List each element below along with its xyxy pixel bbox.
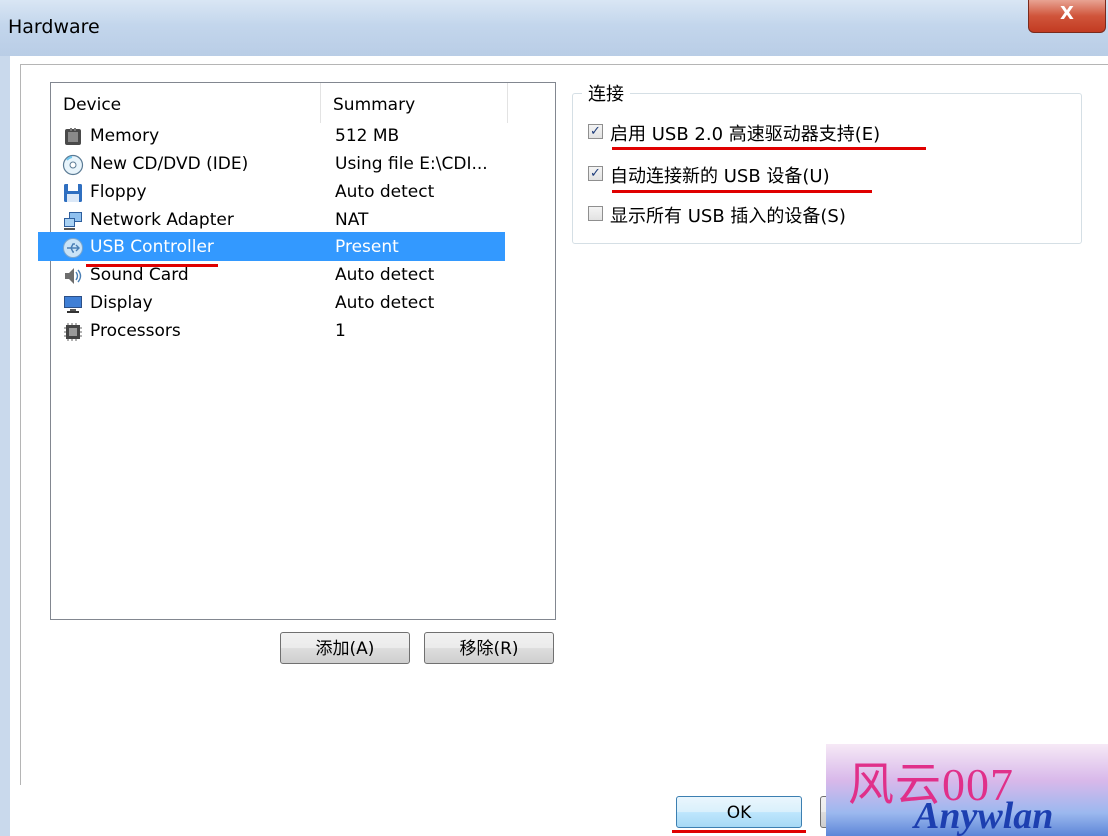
checkbox-label: 自动连接新的 USB 设备(U) [610,166,830,187]
close-icon: X [1060,3,1074,24]
window-frame [0,56,10,836]
device-name: Processors [90,321,181,341]
device-row-usb-controller[interactable]: USB Controller Present [50,234,554,262]
ok-button[interactable]: OK [676,796,802,828]
remove-button[interactable]: 移除(R) [424,632,554,664]
device-row-memory[interactable]: Memory 512 MB [50,123,554,151]
annotation-underline-ok [672,830,806,833]
device-summary: Auto detect [335,293,435,313]
usb2-support-checkbox[interactable]: ✓ [588,124,603,139]
column-header-device[interactable]: Device [51,83,321,123]
monitor-icon [64,296,82,313]
device-name: Display [90,293,153,313]
processor-icon [64,323,82,341]
device-summary: Auto detect [335,265,435,285]
device-name: Floppy [90,182,147,202]
window-title: Hardware [8,16,100,38]
annotation-underline-usb2 [612,147,926,150]
device-summary: 512 MB [335,126,400,146]
title-bar: Hardware [0,0,1108,56]
close-button[interactable]: X [1028,0,1106,33]
watermark-en: Anywlan [914,795,1054,836]
device-summary: Present [335,237,399,257]
device-name: Network Adapter [90,210,234,230]
device-name: Memory [90,126,160,146]
auto-connect-checkbox[interactable]: ✓ [588,166,603,181]
watermark-logo: 风云007 Anywlan [826,744,1108,836]
column-header-summary[interactable]: Summary [321,83,508,123]
floppy-icon [64,184,82,202]
network-adapter-icon [64,212,82,230]
device-row-floppy[interactable]: Floppy Auto detect [50,179,554,207]
device-summary: NAT [335,210,369,230]
device-row-processors[interactable]: Processors 1 [50,318,554,346]
checkbox-label: 启用 USB 2.0 高速驱动器支持(E) [610,124,881,145]
usb-icon [63,238,83,258]
device-name: USB Controller [90,237,214,257]
device-summary: Using file E:\CDI... [335,154,488,174]
annotation-underline-usb-controller [86,264,218,267]
show-all-usb-checkbox[interactable] [588,206,603,221]
connection-group-title: 连接 [582,80,630,106]
device-summary: Auto detect [335,182,435,202]
device-row-display[interactable]: Display Auto detect [50,290,554,318]
device-row-network-adapter[interactable]: Network Adapter NAT [50,207,554,235]
annotation-underline-auto-connect [612,190,872,193]
speaker-icon [65,268,82,284]
device-name: New CD/DVD (IDE) [90,154,249,174]
device-row-cd-dvd[interactable]: New CD/DVD (IDE) Using file E:\CDI... [50,151,554,179]
add-button[interactable]: 添加(A) [280,632,410,664]
device-list-header: Device Summary [51,83,555,123]
checkbox-label: 显示所有 USB 插入的设备(S) [610,206,846,227]
device-name: Sound Card [90,265,189,285]
cd-dvd-icon [62,154,84,176]
memory-icon [65,128,81,145]
device-summary: 1 [335,321,346,341]
